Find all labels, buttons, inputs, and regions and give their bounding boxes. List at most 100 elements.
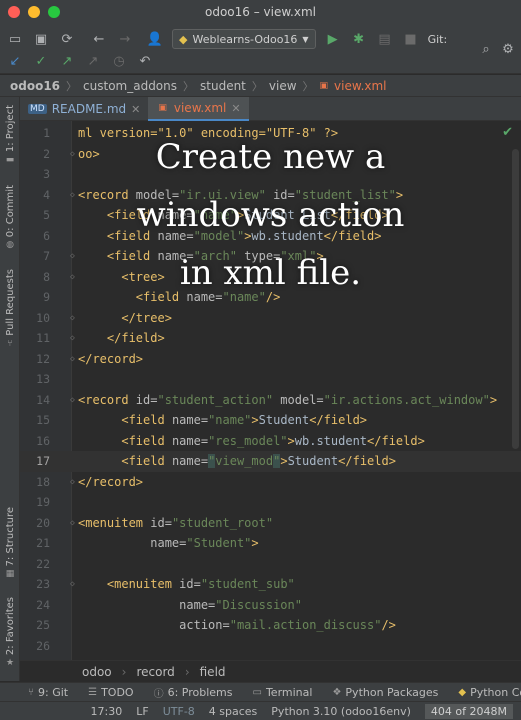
code-line[interactable]: 15 <field name="name">Student</field> bbox=[20, 410, 521, 431]
code-line[interactable]: 22 bbox=[20, 554, 521, 575]
code-line[interactable]: 3 bbox=[20, 164, 521, 185]
code-line[interactable]: 19 bbox=[20, 492, 521, 513]
code-line[interactable]: 12 </record> ◇ bbox=[20, 349, 521, 370]
settings-gear-icon[interactable]: ⚙ bbox=[499, 40, 517, 58]
coverage-icon[interactable]: ▤ bbox=[376, 30, 394, 48]
side-tab-project[interactable]: 1: Project ▬ bbox=[2, 105, 18, 165]
minimize-window-button[interactable] bbox=[28, 6, 40, 18]
fold-marker-icon[interactable]: ◇ bbox=[70, 267, 75, 288]
tool-window-terminal[interactable]: ▭ Terminal bbox=[253, 686, 313, 699]
breadcrumb-view-xml[interactable]: view.xml bbox=[334, 79, 386, 93]
code-line[interactable]: 4 <record model="ir.ui.view" id="student_… bbox=[20, 185, 521, 206]
save-icon[interactable]: ▣ bbox=[32, 30, 50, 48]
memory-indicator[interactable]: 404 of 2048M bbox=[424, 703, 513, 719]
tool-window-problems[interactable]: ⓘ 6: Problems bbox=[154, 685, 233, 700]
code-line[interactable]: 1 ml version="1.0" encoding="UTF-8" ?> bbox=[20, 123, 521, 144]
user-icon[interactable]: 👤 bbox=[146, 30, 164, 48]
side-tab-structure[interactable]: 7: Structure ▦ bbox=[2, 507, 18, 579]
fold-marker-icon[interactable]: ◇ bbox=[70, 185, 75, 206]
code-line[interactable]: 6 <field name="model">wb.student</field> bbox=[20, 226, 521, 247]
open-folder-icon[interactable]: ▭ bbox=[6, 30, 24, 48]
breadcrumb-view[interactable]: view bbox=[269, 79, 297, 93]
fold-marker-icon[interactable]: ◇ bbox=[70, 349, 75, 370]
git-push-icon[interactable]: ↗ bbox=[58, 52, 76, 70]
code-line[interactable]: 18 </record> ◇ bbox=[20, 472, 521, 493]
git-commit-icon[interactable]: ✓ bbox=[32, 52, 50, 70]
search-icon[interactable]: ⌕ bbox=[477, 40, 495, 58]
code-token: > bbox=[251, 536, 259, 550]
code-line[interactable]: 9 <field name="name"/> bbox=[20, 287, 521, 308]
code-line[interactable]: 13 bbox=[20, 369, 521, 390]
tool-window-git[interactable]: ⑂ 9: Git bbox=[28, 686, 68, 699]
code-token: "res_model" bbox=[208, 433, 288, 448]
stop-icon[interactable]: ■ bbox=[402, 30, 420, 48]
code-editor[interactable]: 1 ml version="1.0" encoding="UTF-8" ?> 2 oo… bbox=[20, 121, 521, 660]
run-config-selector[interactable]: ◆ Weblearns-Odoo16 ▼ bbox=[172, 29, 316, 49]
editor-scrollbar[interactable] bbox=[512, 149, 519, 449]
code-line[interactable]: 5 <field name="name">Student List</field… bbox=[20, 205, 521, 226]
side-tab-favorites[interactable]: 2: Favorites ★ bbox=[2, 597, 18, 668]
rollback-icon[interactable]: ↶ bbox=[136, 52, 154, 70]
python-interpreter[interactable]: Python 3.10 (odoo16env) bbox=[271, 705, 411, 718]
tab-view-xml[interactable]: ▣ view.xml ✕ bbox=[148, 97, 249, 121]
git-update-icon[interactable]: ↙ bbox=[6, 52, 24, 70]
code-line[interactable]: 24 name="Discussion" bbox=[20, 595, 521, 616]
code-line[interactable]: 25 action="mail.action_discuss"/> bbox=[20, 615, 521, 636]
code-line[interactable]: 20 <menuitem id="student_root" ◇ bbox=[20, 513, 521, 534]
close-tab-icon[interactable]: ✕ bbox=[131, 103, 140, 116]
code-line[interactable]: 2 oo> ◇ bbox=[20, 144, 521, 165]
breadcrumb-student[interactable]: student bbox=[200, 79, 246, 93]
code-line[interactable]: 11 </field> ◇ bbox=[20, 328, 521, 349]
back-icon[interactable]: ← bbox=[90, 30, 108, 48]
side-tab-pull-requests[interactable]: Pull Requests ⑂ bbox=[2, 269, 18, 349]
fold-marker-icon[interactable]: ◇ bbox=[70, 144, 75, 165]
line-number: 18 bbox=[36, 474, 50, 489]
code-line[interactable]: 16 <field name="res_model">wb.student</f… bbox=[20, 431, 521, 452]
fold-marker-icon[interactable]: ◇ bbox=[70, 308, 75, 329]
indent-setting[interactable]: 4 spaces bbox=[209, 705, 258, 718]
tool-window-python-packages[interactable]: ❖ Python Packages bbox=[332, 686, 438, 699]
maximize-window-button[interactable] bbox=[48, 6, 60, 18]
folder-icon: ▬ bbox=[5, 155, 15, 166]
sync-icon[interactable]: ⟳ bbox=[58, 30, 76, 48]
forward-icon[interactable]: → bbox=[116, 30, 134, 48]
fold-marker-icon[interactable]: ◇ bbox=[70, 328, 75, 349]
code-line[interactable]: 21 name="Student"> bbox=[20, 533, 521, 554]
tool-window-todo[interactable]: ☰ TODO bbox=[88, 686, 133, 699]
fold-marker-icon[interactable]: ◇ bbox=[70, 246, 75, 267]
cursor-position[interactable]: 17:30 bbox=[91, 705, 123, 718]
file-encoding[interactable]: UTF-8 bbox=[163, 705, 195, 718]
code-line[interactable]: 17 <field name="view_mod">Student</field… bbox=[20, 451, 521, 472]
inspection-ok-icon[interactable]: ✔ bbox=[502, 125, 513, 140]
fold-marker-icon[interactable]: ◇ bbox=[70, 390, 75, 411]
line-separator[interactable]: LF bbox=[136, 705, 148, 718]
git-pull-icon[interactable]: ↗ bbox=[84, 52, 102, 70]
code-line[interactable]: 7 <field name="arch" type="xml"> ◇ bbox=[20, 246, 521, 267]
run-icon[interactable]: ▶ bbox=[324, 30, 342, 48]
tool-window-python-packages-label: Python Packages bbox=[345, 685, 439, 699]
git-branch-icon: ⑂ bbox=[28, 686, 34, 698]
fold-marker-icon[interactable]: ◇ bbox=[70, 513, 75, 534]
breadcrumb-custom-addons[interactable]: custom_addons bbox=[83, 79, 177, 93]
code-line[interactable]: 23 <menuitem id="student_sub" ◇ bbox=[20, 574, 521, 595]
editor-crumb-field[interactable]: field bbox=[200, 665, 226, 679]
tool-window-python-console[interactable]: ◆ Python Cons bbox=[458, 686, 521, 699]
close-tab-icon[interactable]: ✕ bbox=[231, 102, 240, 115]
fold-marker-icon[interactable]: ◇ bbox=[70, 472, 75, 493]
close-window-button[interactable] bbox=[8, 6, 20, 18]
editor-crumb-record[interactable]: record bbox=[136, 665, 174, 679]
line-number: 21 bbox=[36, 536, 50, 550]
breadcrumb-separator: 〉 bbox=[251, 79, 263, 93]
code-token: id= bbox=[150, 515, 172, 530]
fold-marker-icon[interactable]: ◇ bbox=[70, 574, 75, 595]
code-line[interactable]: 10 </tree> ◇ bbox=[20, 308, 521, 329]
tab-readme[interactable]: MD README.md ✕ bbox=[20, 97, 148, 121]
side-tab-commit[interactable]: 0: Commit ◍ bbox=[2, 185, 18, 250]
history-icon[interactable]: ◷ bbox=[110, 52, 128, 70]
code-line[interactable]: 8 <tree> ◇ bbox=[20, 267, 521, 288]
breadcrumb-project[interactable]: odoo16 bbox=[10, 79, 60, 93]
code-line[interactable]: 14 <record id="student_action" model="ir.… bbox=[20, 390, 521, 411]
code-line[interactable]: 26 bbox=[20, 636, 521, 657]
editor-crumb-odoo[interactable]: odoo bbox=[82, 665, 112, 679]
debug-icon[interactable]: ✱ bbox=[350, 30, 368, 48]
